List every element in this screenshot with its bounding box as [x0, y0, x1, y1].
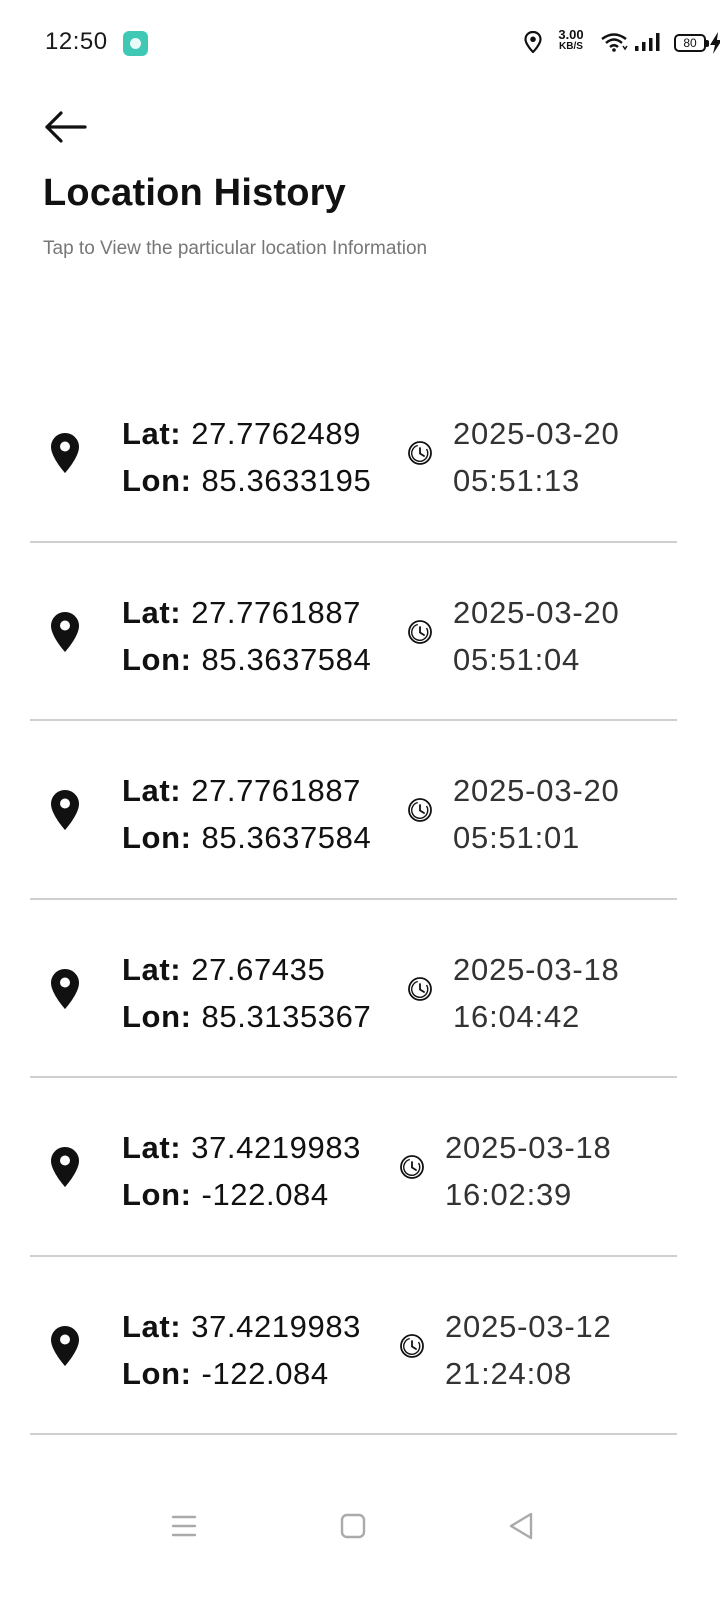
longitude-label: Lon:: [122, 641, 192, 677]
latitude-label: Lat:: [122, 951, 182, 987]
longitude-value: 85.3633195: [201, 463, 372, 498]
timestamp: 2025-03-12 21:24:08: [445, 1303, 612, 1397]
timestamp-date: 2025-03-20: [453, 773, 620, 808]
history-list-item[interactable]: Lat: 27.7761887 Lon: 85.3637584 2025-03-20 05…: [30, 721, 677, 900]
timestamp-time: 05:51:04: [453, 641, 581, 677]
latitude-line: Lat: 27.7761887: [122, 767, 371, 814]
wifi-icon: [600, 32, 628, 57]
latitude-value: 37.4219983: [191, 1130, 362, 1165]
longitude-label: Lon:: [122, 998, 192, 1034]
timestamp-date: 2025-03-18: [453, 951, 620, 987]
latitude-line: Lat: 27.67435: [122, 946, 371, 993]
latitude-line: Lat: 37.4219983: [122, 1303, 361, 1350]
history-list-item[interactable]: Lat: 37.4219983 Lon: -122.084 2025-03-18 16:0…: [30, 1078, 677, 1257]
status-time: 12:50: [45, 28, 108, 55]
coordinates: Lat: 27.7761887 Lon: 85.3637584: [122, 767, 371, 861]
latitude-label: Lat:: [122, 594, 182, 630]
coordinates: Lat: 37.4219983 Lon: -122.084: [122, 1303, 361, 1397]
longitude-value: 85.3135367: [201, 998, 372, 1034]
timestamp: 2025-03-20 05:51:04: [453, 589, 620, 683]
latitude-line: Lat: 27.7762489: [122, 410, 371, 457]
longitude-line: Lon: -122.084: [122, 1350, 361, 1397]
longitude-label: Lon:: [122, 1355, 192, 1391]
status-bar: 12:50 3.00 KB/S 80: [0, 0, 720, 86]
coordinates: Lat: 27.67435 Lon: 85.3135367: [122, 946, 371, 1040]
charging-bolt-icon: [710, 32, 720, 59]
timestamp-date: 2025-03-12: [445, 1308, 612, 1344]
longitude-line: Lon: 85.3637584: [122, 636, 371, 683]
longitude-label: Lon:: [122, 1177, 192, 1212]
latitude-value: 27.7761887: [191, 773, 362, 808]
timestamp: 2025-03-18 16:02:39: [445, 1124, 612, 1218]
signal-icon: [634, 32, 662, 57]
latitude-line: Lat: 37.4219983: [122, 1124, 361, 1171]
home-button[interactable]: [323, 1508, 383, 1548]
clock-icon: [407, 619, 433, 650]
clock-icon: [399, 1154, 425, 1185]
system-navigation-bar: [0, 1490, 720, 1570]
longitude-line: Lon: 85.3135367: [122, 993, 371, 1040]
longitude-value: -122.084: [201, 1355, 329, 1391]
clock-icon: [407, 440, 433, 471]
back-button[interactable]: [36, 104, 94, 154]
latitude-label: Lat:: [122, 1308, 182, 1344]
timestamp: 2025-03-20 05:51:13: [453, 410, 620, 504]
latitude-value: 27.67435: [191, 951, 326, 987]
home-square-icon: [339, 1512, 367, 1545]
latitude-label: Lat:: [122, 416, 182, 451]
longitude-line: Lon: -122.084: [122, 1171, 361, 1218]
system-back-button[interactable]: [491, 1508, 551, 1548]
longitude-value: 85.3637584: [201, 820, 372, 855]
map-pin-icon: [50, 1325, 80, 1372]
back-triangle-icon: [507, 1511, 535, 1546]
latitude-label: Lat:: [122, 1130, 182, 1165]
timestamp-date: 2025-03-20: [453, 594, 620, 630]
map-pin-icon: [50, 789, 80, 836]
coordinates: Lat: 27.7762489 Lon: 85.3633195: [122, 410, 371, 504]
timestamp: 2025-03-20 05:51:01: [453, 767, 620, 861]
battery-icon: 80: [674, 34, 709, 52]
clock-icon: [399, 1333, 425, 1364]
latitude-value: 27.7762489: [191, 416, 362, 451]
timestamp-date: 2025-03-18: [445, 1130, 612, 1165]
recent-apps-button[interactable]: [154, 1508, 214, 1548]
history-list-item[interactable]: Lat: 27.67435 Lon: 85.3135367 2025-03-18 16:0…: [30, 900, 677, 1078]
map-pin-icon: [50, 1146, 80, 1193]
network-speed: 3.00 KB/S: [558, 27, 584, 52]
latitude-value: 37.4219983: [191, 1308, 362, 1344]
latitude-value: 27.7761887: [191, 594, 362, 630]
timestamp-time: 16:02:39: [445, 1177, 573, 1212]
timestamp-time: 21:24:08: [445, 1355, 573, 1391]
page-subtitle: Tap to View the particular location Info…: [43, 238, 428, 259]
latitude-label: Lat:: [122, 773, 182, 808]
location-icon: [524, 30, 542, 58]
arrow-left-icon: [43, 110, 87, 149]
menu-icon: [170, 1513, 198, 1544]
timestamp-time: 16:04:42: [453, 998, 581, 1034]
longitude-line: Lon: 85.3637584: [122, 814, 371, 861]
history-list-item[interactable]: Lat: 27.7762489 Lon: 85.3633195 2025-03-20 05…: [30, 364, 677, 543]
app-notification-icon: [123, 31, 148, 56]
coordinates: Lat: 27.7761887 Lon: 85.3637584: [122, 589, 371, 683]
longitude-line: Lon: 85.3633195: [122, 457, 371, 504]
timestamp-date: 2025-03-20: [453, 416, 620, 451]
page-title: Location History: [43, 172, 347, 214]
longitude-label: Lon:: [122, 463, 192, 498]
longitude-value: 85.3637584: [201, 641, 372, 677]
latitude-line: Lat: 27.7761887: [122, 589, 371, 636]
coordinates: Lat: 37.4219983 Lon: -122.084: [122, 1124, 361, 1218]
clock-icon: [407, 797, 433, 828]
longitude-value: -122.084: [201, 1177, 329, 1212]
map-pin-icon: [50, 432, 80, 479]
location-history-list: Lat: 27.7762489 Lon: 85.3633195 2025-03-20 05…: [30, 364, 677, 1435]
clock-icon: [407, 976, 433, 1007]
map-pin-icon: [50, 611, 80, 658]
map-pin-icon: [50, 968, 80, 1015]
history-list-item[interactable]: Lat: 27.7761887 Lon: 85.3637584 2025-03-20 05…: [30, 543, 677, 721]
timestamp-time: 05:51:13: [453, 463, 581, 498]
longitude-label: Lon:: [122, 820, 192, 855]
timestamp: 2025-03-18 16:04:42: [453, 946, 620, 1040]
timestamp-time: 05:51:01: [453, 820, 581, 855]
history-list-item[interactable]: Lat: 37.4219983 Lon: -122.084 2025-03-12 21:2…: [30, 1257, 677, 1435]
